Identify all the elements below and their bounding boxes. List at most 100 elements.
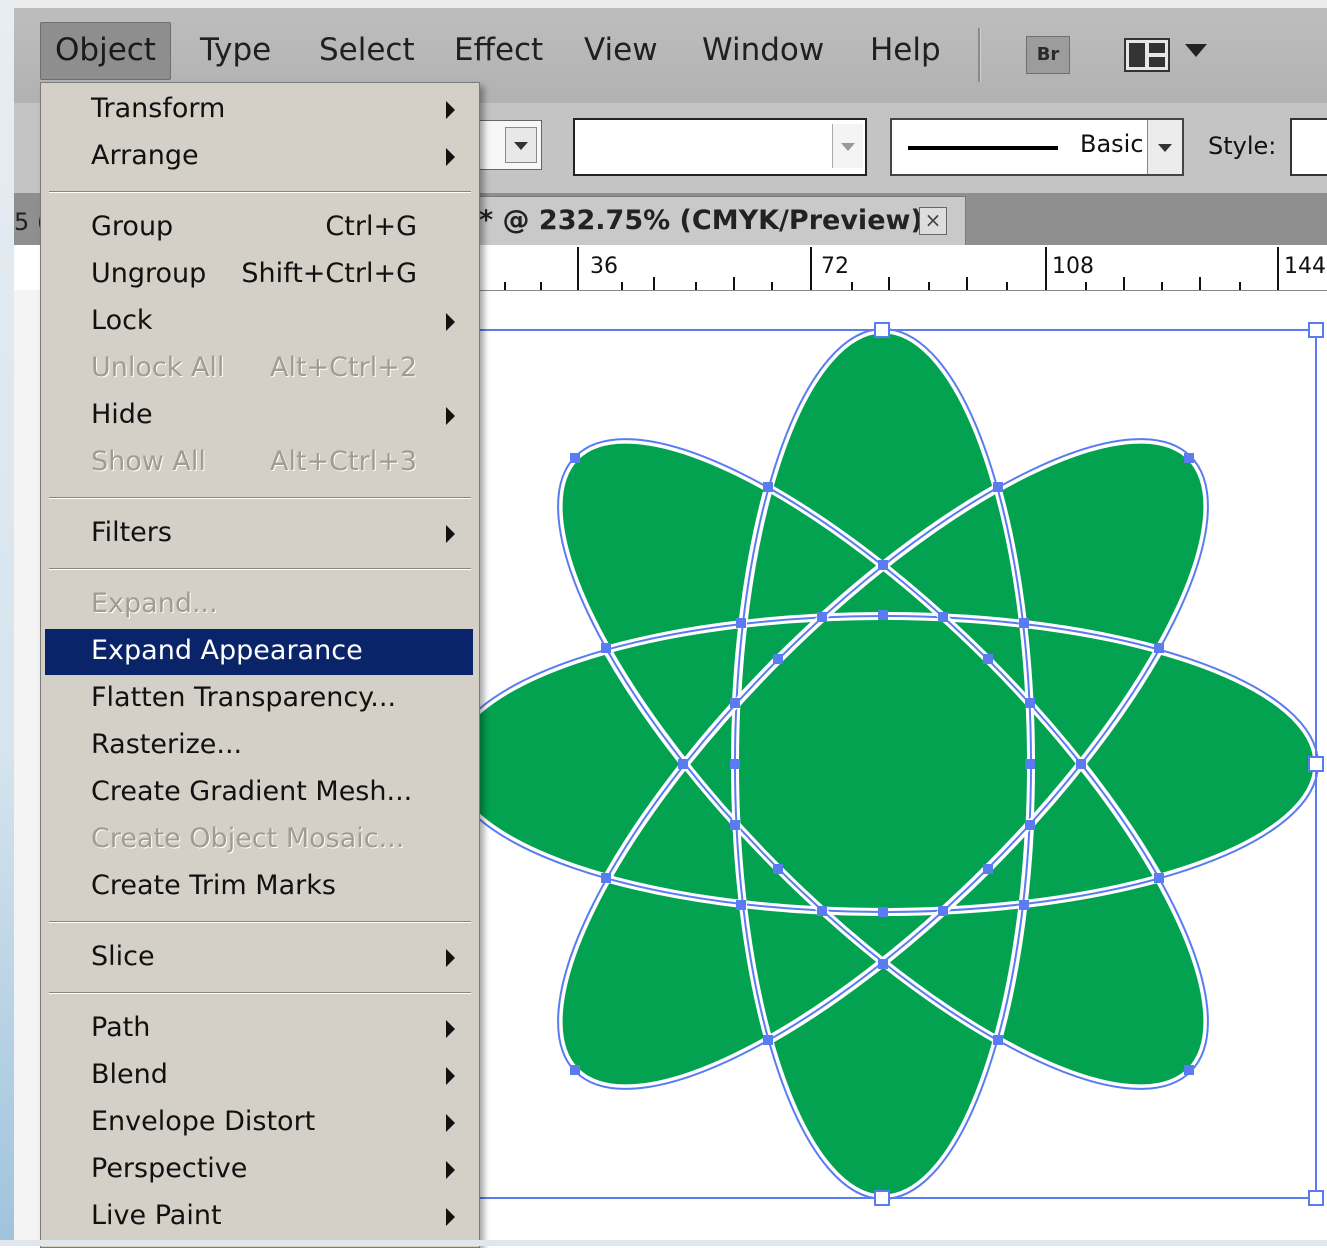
menu-item-live-paint[interactable]: Live Paint [45,1194,473,1240]
menu-effect[interactable]: Effect [440,24,557,84]
anchor-point[interactable] [730,698,740,708]
menu-separator [49,992,471,994]
ruler-label: 72 [821,254,849,279]
anchor-point[interactable] [1025,698,1035,708]
menu-item-lock[interactable]: Lock [45,299,473,345]
menu-separator [49,921,471,923]
anchor-point[interactable] [773,864,783,874]
anchor-point[interactable] [938,906,948,916]
menu-item-shortcut: Alt+Ctrl+2 [269,352,417,383]
menu-item-flatten-transparency[interactable]: Flatten Transparency... [45,676,473,722]
anchor-point[interactable] [817,906,827,916]
menu-type[interactable]: Type [186,24,285,84]
anchor-point[interactable] [983,654,993,664]
anchor-point[interactable] [601,873,611,883]
anchor-point[interactable] [817,612,827,622]
menu-separator [49,568,471,570]
anchor-point[interactable] [601,643,611,653]
submenu-arrow-icon [446,525,455,543]
graphic-style-dropdown[interactable] [1290,118,1327,176]
menu-item-arrange[interactable]: Arrange [45,134,473,180]
close-icon[interactable]: × [919,207,947,235]
anchor-point[interactable] [938,612,948,622]
menu-item-shortcut: Shift+Ctrl+G [241,258,417,289]
document-tab[interactable]: * @ 232.75% (CMYK/Preview) × [478,196,966,246]
menu-item-ungroup[interactable]: Ungroup Shift+Ctrl+G [45,252,473,298]
menu-item-show-all: Show All Alt+Ctrl+3 [45,440,473,486]
submenu-arrow-icon [446,1114,455,1132]
anchor-point[interactable] [1019,900,1029,910]
menu-item-hide[interactable]: Hide [45,393,473,439]
anchor-point[interactable] [1154,643,1164,653]
menu-item-label: Arrange [91,140,199,171]
anchor-point[interactable] [763,482,773,492]
variable-width-dropdown[interactable] [573,118,867,176]
ruler-label: 144 [1284,254,1326,279]
menu-item-filters[interactable]: Filters [45,511,473,557]
submenu-arrow-icon [446,148,455,166]
menu-item-label: Expand Appearance [91,635,363,666]
menu-item-slice[interactable]: Slice [45,935,473,981]
anchor-point[interactable] [878,907,888,917]
menu-item-label: Path [91,1012,151,1043]
resize-handle[interactable] [874,1190,890,1206]
anchor-point[interactable] [570,453,580,463]
anchor-point[interactable] [763,1035,773,1045]
stroke-weight-dropdown[interactable] [478,120,542,170]
anchor-point[interactable] [730,759,740,769]
brush-name: Basic [1080,130,1144,158]
menu-item-label: Hide [91,399,153,430]
anchor-point[interactable] [878,610,888,620]
anchor-point[interactable] [1184,1065,1194,1075]
workspace-switcher-icon[interactable] [1124,38,1170,72]
menu-item-label: Group [91,211,174,242]
menu-select[interactable]: Select [305,24,429,84]
anchor-point[interactable] [1184,453,1194,463]
menu-item-envelope-distort[interactable]: Envelope Distort [45,1100,473,1146]
menu-item-unlock-all: Unlock All Alt+Ctrl+2 [45,346,473,392]
anchor-point[interactable] [993,482,1003,492]
menu-help[interactable]: Help [856,24,955,84]
menu-item-create-trim-marks[interactable]: Create Trim Marks [45,864,473,910]
menu-view[interactable]: View [570,24,672,84]
menubar-divider [978,28,981,82]
resize-handle[interactable] [1308,322,1324,338]
anchor-point[interactable] [1025,759,1035,769]
menu-item-perspective[interactable]: Perspective [45,1147,473,1193]
resize-handle[interactable] [874,322,890,338]
anchor-point[interactable] [730,820,740,830]
anchor-point[interactable] [1076,759,1086,769]
menu-item-expand-appearance[interactable]: Expand Appearance [45,629,473,675]
resize-handle[interactable] [1308,756,1324,772]
menu-item-expand: Expand... [45,582,473,628]
ruler-label: 108 [1052,254,1094,279]
menu-item-blend[interactable]: Blend [45,1053,473,1099]
menu-item-path[interactable]: Path [45,1006,473,1052]
menu-item-group[interactable]: Group Ctrl+G [45,205,473,251]
resize-handle[interactable] [1308,1190,1324,1206]
menu-window[interactable]: Window [688,24,838,84]
menu-item-rasterize[interactable]: Rasterize... [45,723,473,769]
anchor-point[interactable] [1154,873,1164,883]
bridge-icon[interactable]: Br [1026,36,1070,74]
anchor-point[interactable] [1025,820,1035,830]
anchor-point[interactable] [736,900,746,910]
menu-item-transform[interactable]: Transform [45,87,473,133]
menu-item-label: Flatten Transparency... [91,682,397,713]
anchor-point[interactable] [878,959,888,969]
anchor-point[interactable] [993,1035,1003,1045]
brush-definition-dropdown[interactable]: Basic [890,118,1184,176]
anchor-point[interactable] [773,654,783,664]
anchor-point[interactable] [983,864,993,874]
anchor-point[interactable] [1019,618,1029,628]
anchor-point[interactable] [678,759,688,769]
chevron-down-icon[interactable] [1185,44,1207,57]
anchor-point[interactable] [878,560,888,570]
menu-item-label: Perspective [91,1153,248,1184]
rosette-artwork[interactable] [443,324,1323,1204]
object-menu: Transform Arrange Group Ctrl+G Ungroup Shift+… [40,82,480,1248]
anchor-point[interactable] [570,1065,580,1075]
menu-object[interactable]: Object [40,22,171,80]
menu-item-create-gradient-mesh[interactable]: Create Gradient Mesh... [45,770,473,816]
anchor-point[interactable] [736,618,746,628]
